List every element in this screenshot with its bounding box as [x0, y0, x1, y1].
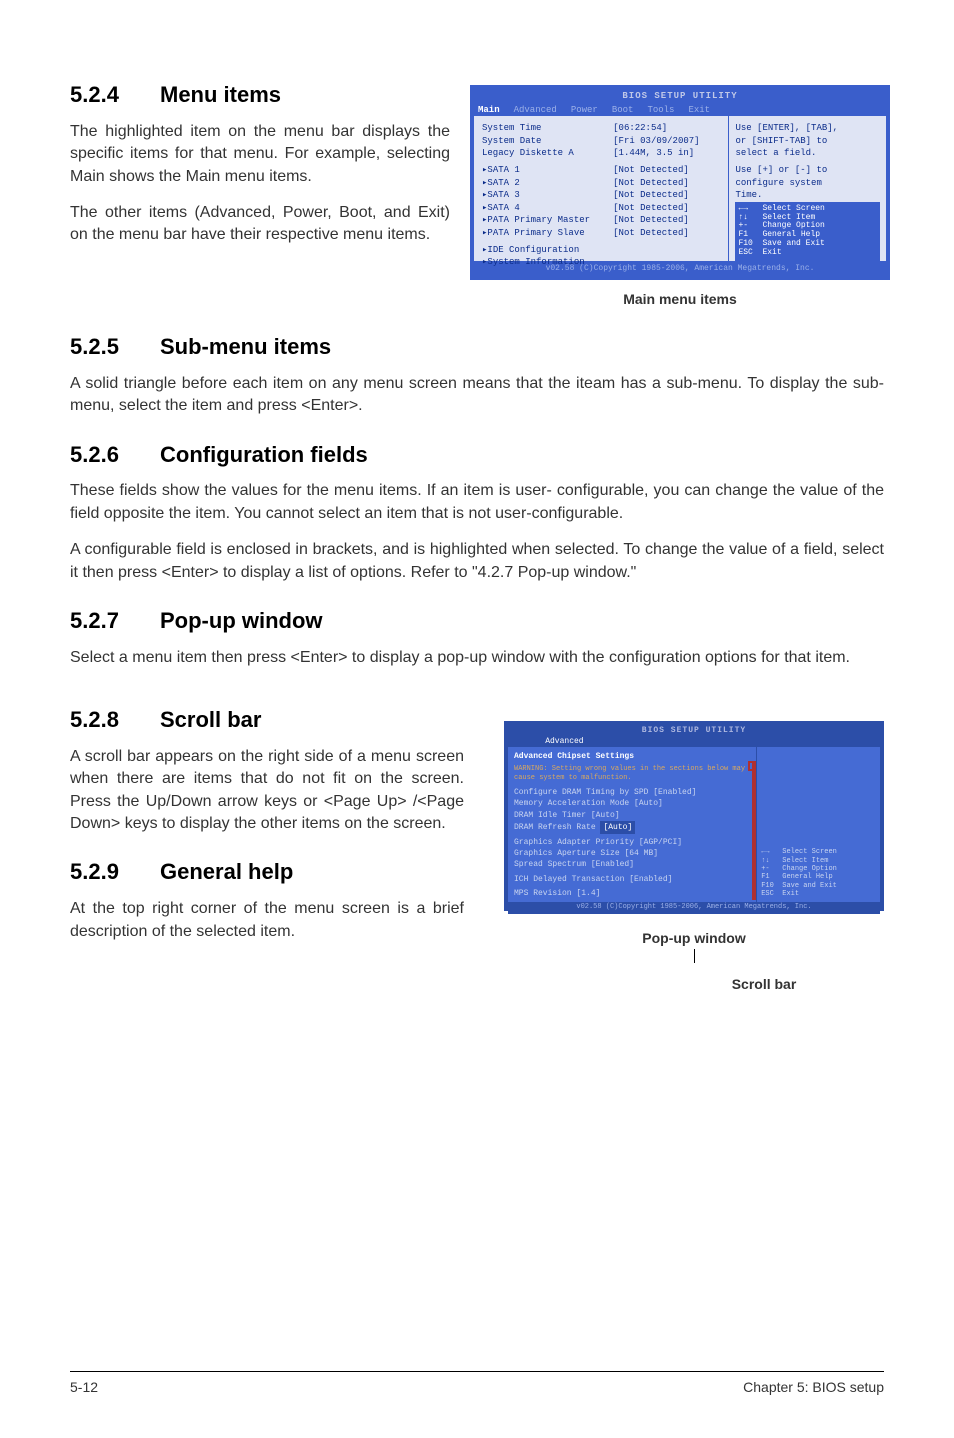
tab-advanced: Advanced: [514, 104, 557, 117]
bios1-title: BIOS SETUP UTILITY: [474, 89, 886, 104]
para-526-2: A configurable field is enclosed in brac…: [70, 539, 884, 584]
scrollbar-icon: [752, 761, 756, 900]
para-525: A solid triangle before each item on any…: [70, 373, 884, 418]
title-524: Menu items: [160, 82, 281, 107]
heading-528: 5.2.8Scroll bar: [70, 705, 464, 736]
para-524-1: The highlighted item on the menu bar dis…: [70, 121, 450, 188]
tab-boot: Boot: [612, 104, 634, 117]
tab-power: Power: [571, 104, 598, 117]
para-529: At the top right corner of the menu scre…: [70, 898, 464, 943]
bios2-key-help: ←→ Select Screen ↑↓ Select Item +- Chang…: [761, 848, 876, 898]
bios2-title: BIOS SETUP UTILITY: [508, 725, 880, 736]
heading-526: 5.2.6Configuration fields: [70, 440, 884, 471]
bios2-left-pane: Advanced Chipset Settings WARNING: Setti…: [508, 747, 757, 902]
chapter-label: Chapter 5: BIOS setup: [743, 1378, 884, 1398]
tab-tools: Tools: [647, 104, 674, 117]
bios2-right-pane: ←→ Select Screen ↑↓ Select Item +- Chang…: [757, 747, 880, 902]
bios1-left-pane: System Time[06:22:54] System Date[Fri 03…: [474, 116, 729, 261]
bios-advanced-screenshot: BIOS SETUP UTILITY Main Advanced Advance…: [504, 721, 884, 911]
heading-529: 5.2.9General help: [70, 857, 464, 888]
para-528: A scroll bar appears on the right side o…: [70, 746, 464, 836]
heading-527: 5.2.7Pop-up window: [70, 606, 884, 637]
bios2-tabs: Main Advanced: [508, 736, 880, 747]
para-526-1: These fields show the values for the men…: [70, 480, 884, 525]
bios-main-screenshot: BIOS SETUP UTILITY Main Advanced Power B…: [470, 85, 890, 280]
caption-popup: Pop-up window: [504, 929, 884, 949]
page-footer: 5-12 Chapter 5: BIOS setup: [70, 1371, 884, 1398]
num-524: 5.2.4: [70, 80, 160, 111]
page-number: 5-12: [70, 1378, 98, 1398]
caption-main-menu: Main menu items: [470, 290, 890, 310]
heading-524: 5.2.4Menu items: [70, 80, 450, 111]
caption-scrollbar: Scroll bar: [644, 975, 884, 995]
para-527: Select a menu item then press <Enter> to…: [70, 647, 884, 669]
tab-exit: Exit: [688, 104, 710, 117]
bios1-tabs: Main Advanced Power Boot Tools Exit: [474, 104, 886, 117]
scrollbar-highlight-box: [748, 761, 756, 771]
bios2-footer: v02.58 (C)Copyright 1985-2006, American …: [508, 902, 880, 914]
heading-525: 5.2.5Sub-menu items: [70, 332, 884, 363]
bios1-key-help: ←→ Select Screen ↑↓ Select Item +- Chang…: [735, 202, 880, 261]
tab-main: Main: [478, 104, 500, 117]
popup-selection-box: [Auto]: [600, 821, 635, 834]
para-524-2: The other items (Advanced, Power, Boot, …: [70, 202, 450, 247]
bios1-right-pane: Use [ENTER], [TAB], or [SHIFT-TAB] to se…: [729, 116, 886, 261]
